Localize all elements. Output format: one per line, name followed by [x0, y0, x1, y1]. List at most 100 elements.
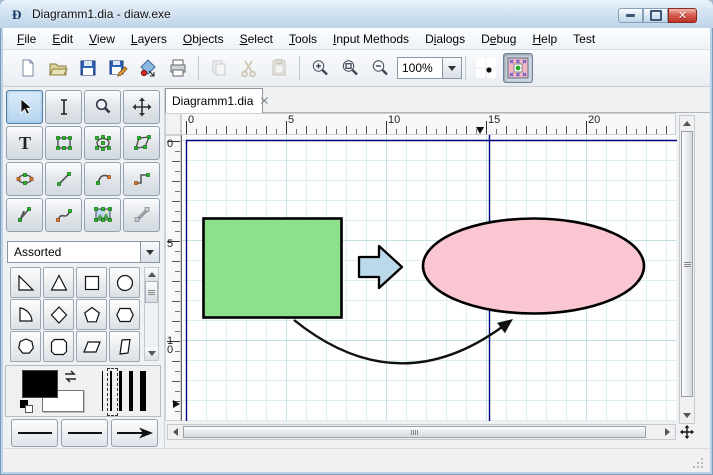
menu-test[interactable]: Test: [565, 30, 603, 48]
menu-tools[interactable]: Tools: [281, 30, 325, 48]
tab-diagramm1[interactable]: Diagramm1.dia ✕: [165, 88, 269, 113]
scroll-left-button[interactable]: [169, 426, 182, 438]
zoom-out-button[interactable]: [367, 55, 393, 81]
sheared-quad-icon: [118, 338, 131, 355]
shape-sheared-quad[interactable]: [109, 331, 140, 362]
menu-debug[interactable]: Debug: [473, 30, 524, 48]
vertical-scrollbar[interactable]: [679, 115, 695, 424]
close-icon: ✕: [677, 10, 688, 22]
shape-hexagon[interactable]: [109, 299, 140, 330]
menu-dialogs[interactable]: Dialogs: [417, 30, 473, 48]
close-button[interactable]: ✕: [668, 8, 697, 23]
shape-pentagon[interactable]: [76, 299, 107, 330]
line-width-1[interactable]: [102, 371, 103, 411]
zoom-level-input[interactable]: [397, 57, 443, 79]
shape-triangle[interactable]: [43, 267, 74, 298]
modify-tool-button[interactable]: [6, 90, 43, 124]
line-tool-button[interactable]: [45, 162, 82, 196]
menu-objects[interactable]: Objects: [175, 30, 232, 48]
vertical-scrollbar-thumb[interactable]: [681, 131, 693, 397]
menu-file[interactable]: File: [9, 30, 44, 48]
textedit-tool-button[interactable]: [45, 90, 82, 124]
print-button[interactable]: [165, 55, 191, 81]
menu-select[interactable]: Select: [232, 30, 281, 48]
line-width-5[interactable]: [140, 371, 146, 411]
default-colors-icon[interactable]: [20, 400, 34, 413]
outline-tool-button[interactable]: [123, 198, 160, 232]
shape-right-triangle[interactable]: [10, 267, 41, 298]
tab-close-icon[interactable]: ✕: [259, 94, 269, 108]
menu-view[interactable]: View: [81, 30, 123, 48]
polyline-tool-button[interactable]: [6, 198, 43, 232]
beziergon-tool-button[interactable]: [6, 162, 43, 196]
pan-canvas-button[interactable]: [679, 424, 695, 440]
pink-ellipse-shape[interactable]: [421, 217, 646, 315]
resize-grip-icon[interactable]: [691, 456, 704, 469]
palette-scrollbar[interactable]: [144, 267, 159, 361]
green-rectangle-shape[interactable]: [202, 217, 343, 319]
export-button[interactable]: [135, 55, 161, 81]
ellipse-tool-button[interactable]: [84, 126, 121, 160]
palette-scroll-down-button[interactable]: [145, 347, 158, 360]
arrow-start-style-button[interactable]: [11, 419, 58, 447]
zoom-fit-button[interactable]: [337, 55, 363, 81]
bezierline-tool-button[interactable]: [45, 198, 82, 232]
palette-scrollbar-thumb[interactable]: [145, 281, 158, 303]
menu-edit[interactable]: Edit: [44, 30, 81, 48]
foreground-color-swatch[interactable]: [22, 370, 58, 398]
polygon-tool-button[interactable]: [123, 126, 160, 160]
scroll-right-button[interactable]: [661, 426, 674, 438]
line-width-3[interactable]: [119, 371, 122, 411]
line-style-button[interactable]: [61, 419, 108, 447]
open-button[interactable]: [45, 55, 71, 81]
menu-input-methods[interactable]: Input Methods: [325, 30, 417, 48]
horizontal-scrollbar[interactable]: [167, 424, 676, 440]
shape-circle[interactable]: [109, 267, 140, 298]
hruler-pointer-marker: [476, 127, 484, 134]
arrow-end-style-button[interactable]: [111, 419, 158, 447]
text-tool-button[interactable]: T: [6, 126, 43, 160]
shape-quarter-circle[interactable]: [10, 299, 41, 330]
minimize-button[interactable]: [618, 8, 643, 23]
sheet-selected-value[interactable]: Assorted: [7, 241, 141, 263]
line-icon: [56, 172, 71, 186]
magnifier-icon: [95, 98, 110, 114]
zoom-in-button[interactable]: [307, 55, 333, 81]
shape-square[interactable]: [76, 267, 107, 298]
menu-layers[interactable]: Layers: [123, 30, 175, 48]
shape-octagon[interactable]: [43, 331, 74, 362]
new-file-button[interactable]: [15, 55, 41, 81]
swap-colors-icon[interactable]: [62, 369, 80, 385]
save-as-button[interactable]: [105, 55, 131, 81]
shape-diamond[interactable]: [43, 299, 74, 330]
horizontal-scrollbar-thumb[interactable]: [183, 426, 646, 438]
scroll-up-button[interactable]: [681, 117, 693, 130]
copy-button[interactable]: [206, 55, 232, 81]
image-tool-button[interactable]: [84, 198, 121, 232]
box-tool-button[interactable]: [45, 126, 82, 160]
palette-scroll-up-button[interactable]: [145, 268, 158, 281]
restore-button[interactable]: [643, 8, 668, 23]
snap-to-objects-toggle[interactable]: [503, 53, 533, 83]
zoom-dropdown-button[interactable]: [443, 57, 462, 79]
vruler-label: 5: [167, 238, 174, 250]
line-width-4[interactable]: [129, 371, 133, 411]
sheet-dropdown-button[interactable]: [141, 241, 160, 263]
shape-heptagon[interactable]: [10, 331, 41, 362]
menu-help[interactable]: Help: [524, 30, 565, 48]
magnify-tool-button[interactable]: [84, 90, 121, 124]
blue-arrow-shape[interactable]: [357, 244, 404, 290]
diagram-canvas[interactable]: [181, 135, 677, 421]
scroll-tool-button[interactable]: [123, 90, 160, 124]
title-bar[interactable]: Đ Diagramm1.dia - diaw.exe ✕: [0, 0, 713, 28]
snap-to-grid-toggle[interactable]: [473, 55, 499, 81]
pentagon-icon: [83, 306, 100, 322]
save-button[interactable]: [75, 55, 101, 81]
arc-tool-button[interactable]: [84, 162, 121, 196]
scroll-down-button[interactable]: [681, 409, 693, 422]
paste-button[interactable]: [266, 55, 292, 81]
cut-button[interactable]: [236, 55, 262, 81]
shape-parallelogram[interactable]: [76, 331, 107, 362]
curved-connector[interactable]: [293, 314, 517, 365]
zigzagline-tool-button[interactable]: [123, 162, 160, 196]
